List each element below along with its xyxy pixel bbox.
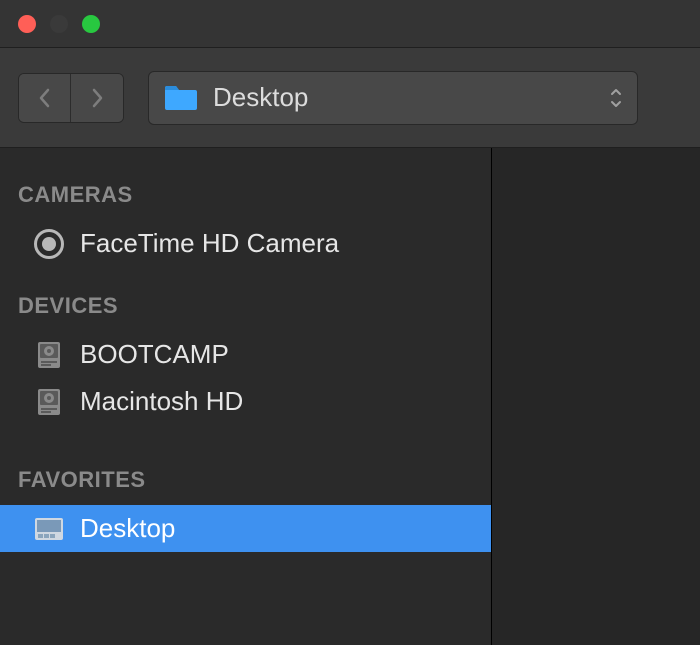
location-label: Desktop xyxy=(213,82,595,113)
sidebar-item-label: BOOTCAMP xyxy=(80,339,229,370)
titlebar xyxy=(0,0,700,48)
sidebar-item-macintosh-hd[interactable]: Macintosh HD xyxy=(0,378,491,425)
sidebar-item-label: FaceTime HD Camera xyxy=(80,228,339,259)
back-button[interactable] xyxy=(19,74,71,122)
section-header-favorites: FAVORITES xyxy=(0,459,491,505)
drive-icon xyxy=(34,340,64,370)
maximize-window-button[interactable] xyxy=(82,15,100,33)
sidebar-item-facetime-camera[interactable]: FaceTime HD Camera xyxy=(0,220,491,267)
dropdown-indicator xyxy=(609,87,623,109)
nav-button-group xyxy=(18,73,124,123)
chevron-right-icon xyxy=(89,87,105,109)
main-area: CAMERAS FaceTime HD Camera DEVICES BOOTC… xyxy=(0,148,700,645)
forward-button[interactable] xyxy=(71,74,123,122)
folder-icon xyxy=(163,84,199,112)
toolbar: Desktop xyxy=(0,48,700,148)
drive-icon xyxy=(34,387,64,417)
chevron-left-icon xyxy=(37,87,53,109)
location-dropdown[interactable]: Desktop xyxy=(148,71,638,125)
chevron-up-icon xyxy=(609,87,623,97)
section-header-cameras: CAMERAS xyxy=(0,174,491,220)
sidebar: CAMERAS FaceTime HD Camera DEVICES BOOTC… xyxy=(0,148,492,645)
sidebar-item-desktop[interactable]: Desktop xyxy=(0,505,491,552)
content-area xyxy=(492,148,700,645)
desktop-icon xyxy=(34,514,64,544)
chevron-down-icon xyxy=(609,99,623,109)
camera-icon xyxy=(34,229,64,259)
sidebar-item-label: Macintosh HD xyxy=(80,386,243,417)
close-window-button[interactable] xyxy=(18,15,36,33)
sidebar-item-bootcamp[interactable]: BOOTCAMP xyxy=(0,331,491,378)
minimize-window-button[interactable] xyxy=(50,15,68,33)
section-header-devices: DEVICES xyxy=(0,285,491,331)
sidebar-item-label: Desktop xyxy=(80,513,175,544)
